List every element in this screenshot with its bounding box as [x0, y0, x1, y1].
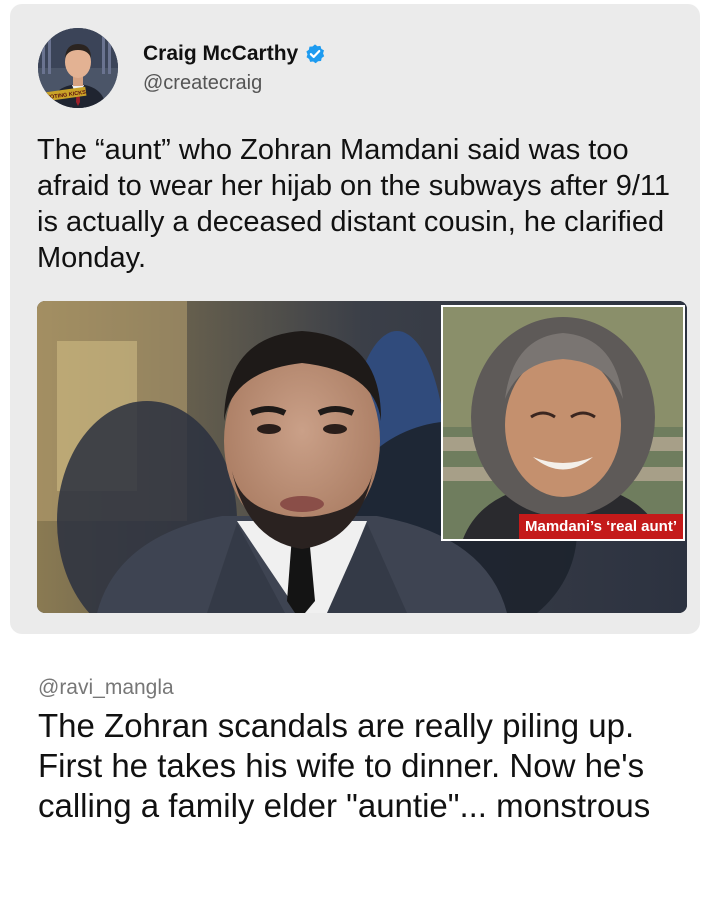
tweet-text: The “aunt” who Zohran Mamdani said was t…	[37, 134, 671, 274]
author-handle[interactable]: @createcraig	[143, 72, 262, 95]
inset-photo-image	[443, 307, 683, 539]
reply-text: The Zohran scandals are really piling up…	[38, 707, 651, 824]
verified-badge-icon	[304, 43, 326, 65]
author-name[interactable]: Craig McCarthy	[143, 42, 298, 66]
inset-caption: Mamdani’s ‘real aunt’	[519, 514, 683, 539]
tweet-media-image[interactable]: Mamdani’s ‘real aunt’	[37, 301, 687, 613]
embedded-tweet-card[interactable]: Y VOTING KICKS Craig McCarthy @createcra…	[10, 4, 700, 634]
author-name-row[interactable]: Craig McCarthy	[143, 42, 326, 66]
avatar-photo: Y VOTING KICKS	[38, 28, 118, 108]
page: Y VOTING KICKS Craig McCarthy @createcra…	[0, 0, 705, 910]
reply-handle[interactable]: @ravi_mangla	[38, 676, 174, 700]
inset-photo: Mamdani’s ‘real aunt’	[441, 305, 685, 541]
avatar[interactable]: Y VOTING KICKS	[38, 28, 118, 108]
